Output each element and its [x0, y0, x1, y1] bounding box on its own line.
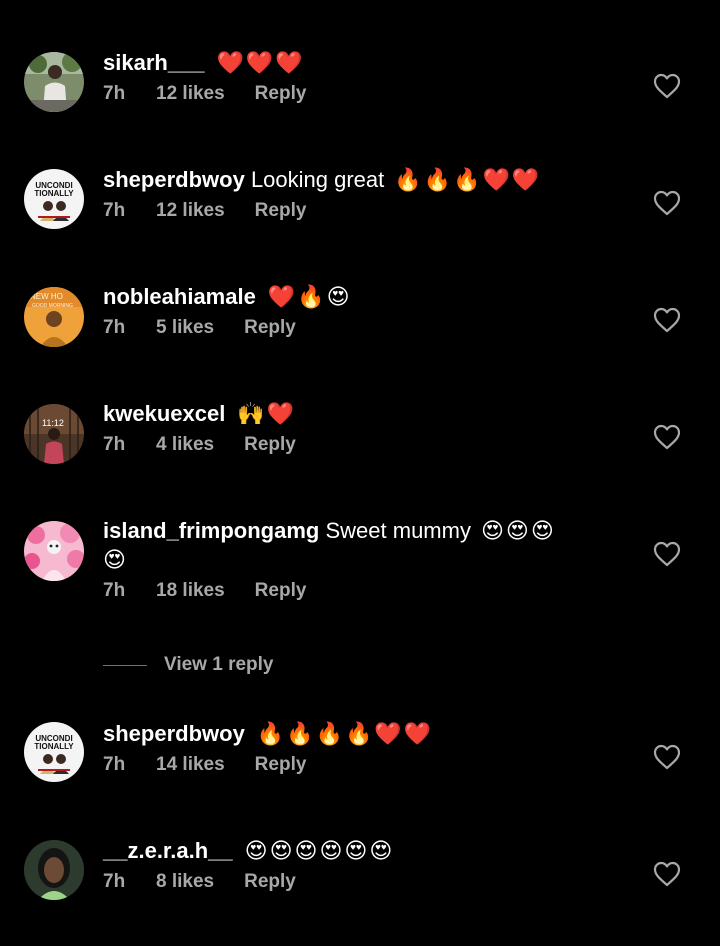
heart-outline-icon[interactable]	[653, 307, 681, 333]
comment-time: 7h	[103, 754, 126, 775]
reply-button[interactable]: Reply	[244, 434, 296, 456]
comment-emojis: 😍😍😍	[480, 518, 556, 543]
avatar[interactable]	[24, 521, 84, 581]
comment-likes[interactable]: 8 likes	[156, 871, 214, 893]
comment-time: 7h	[103, 871, 126, 892]
comment-likes[interactable]: 12 likes	[156, 83, 225, 105]
divider	[103, 664, 147, 666]
svg-text:TIONALLY: TIONALLY	[34, 742, 74, 751]
comment-emojis: ❤️❤️❤️	[216, 50, 305, 75]
comment-likes[interactable]: 14 likes	[156, 754, 225, 776]
avatar[interactable]	[24, 52, 84, 112]
reply-button[interactable]: Reply	[244, 317, 296, 339]
comment-emojis: 😍😍😍😍😍😍	[244, 838, 395, 863]
svg-text:NEW HO: NEW HO	[30, 292, 63, 301]
comment-username[interactable]: sheperdbwoy	[103, 721, 245, 746]
avatar[interactable]	[24, 840, 84, 900]
comment-time: 7h	[103, 317, 126, 338]
svg-text:GOOD MORNING: GOOD MORNING	[32, 303, 73, 309]
comment-likes[interactable]: 12 likes	[156, 200, 225, 222]
comment-emojis: 🔥🔥🔥❤️❤️	[394, 167, 542, 192]
heart-outline-icon[interactable]	[653, 541, 681, 567]
reply-button[interactable]: Reply	[255, 754, 307, 776]
comment-emojis: 🔥🔥🔥🔥❤️❤️	[256, 721, 434, 746]
heart-outline-icon[interactable]	[653, 744, 681, 770]
heart-outline-icon[interactable]	[653, 424, 681, 450]
comment-likes[interactable]: 18 likes	[156, 580, 225, 602]
comment-likes[interactable]: 4 likes	[156, 434, 214, 456]
heart-outline-icon[interactable]	[653, 861, 681, 887]
comment-time: 7h	[103, 580, 126, 601]
heart-outline-icon[interactable]	[653, 73, 681, 99]
avatar[interactable]: UNCONDI TIONALLY	[24, 169, 84, 229]
comment-username[interactable]: nobleahiamale	[103, 284, 256, 309]
comment-username[interactable]: sikarh___	[103, 50, 205, 75]
comment-text: Sweet mummy	[325, 518, 471, 543]
reply-button[interactable]: Reply	[255, 580, 307, 602]
comment-text: Looking great	[250, 167, 385, 192]
reply-button[interactable]: Reply	[244, 871, 296, 893]
reply-button[interactable]: Reply	[255, 83, 307, 105]
comment-emojis: ❤️🔥😍	[267, 284, 352, 309]
svg-text:TIONALLY: TIONALLY	[34, 189, 74, 198]
heart-outline-icon[interactable]	[653, 190, 681, 216]
comment-time: 7h	[103, 434, 126, 455]
comment-username[interactable]: kwekuexcel	[103, 401, 225, 426]
svg-text:11:12: 11:12	[42, 418, 64, 428]
comment-time: 7h	[103, 200, 126, 221]
view-replies-button[interactable]: View 1 reply	[103, 653, 274, 677]
comment-username[interactable]: island_frimpongamg	[103, 518, 319, 543]
comment-emojis-continued: 😍	[103, 547, 128, 572]
comment-likes[interactable]: 5 likes	[156, 317, 214, 339]
avatar[interactable]: NEW HO GOOD MORNING	[24, 287, 84, 347]
comment-username[interactable]: sheperdbwoy	[103, 167, 245, 192]
comment-time: 7h	[103, 83, 126, 104]
comment-username[interactable]: __z.e.r.a.h__	[103, 838, 233, 863]
avatar[interactable]: UNCONDI TIONALLY	[24, 722, 84, 782]
comment-emojis: 🙌❤️	[237, 401, 297, 426]
avatar[interactable]: 11:12	[24, 404, 84, 464]
view-replies-label: View 1 reply	[164, 654, 274, 675]
reply-button[interactable]: Reply	[255, 200, 307, 222]
